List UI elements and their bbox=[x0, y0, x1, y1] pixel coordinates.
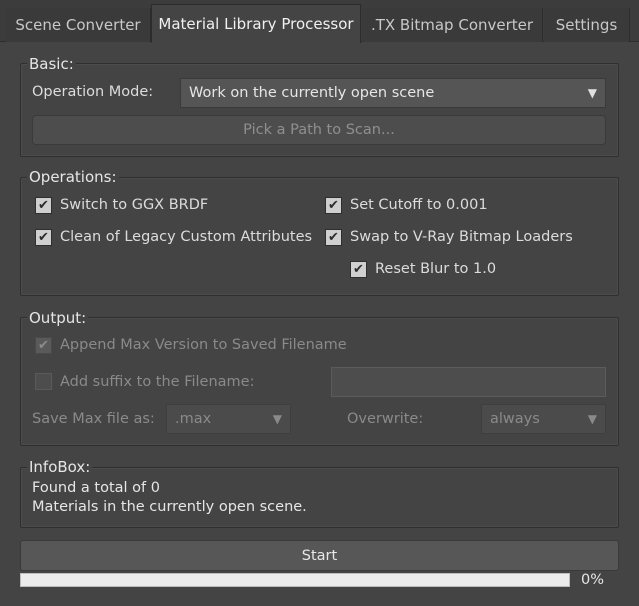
tab-bar: Scene Converter Material Library Process… bbox=[0, 0, 639, 43]
save-as-dropdown[interactable]: .max ▼ bbox=[166, 404, 291, 434]
set-cutoff-label: Set Cutoff to 0.001 bbox=[350, 197, 488, 213]
start-button[interactable]: Start bbox=[20, 540, 619, 571]
start-button-label: Start bbox=[301, 547, 338, 564]
check-icon: ✔ bbox=[353, 262, 364, 277]
switch-ggx-checkbox[interactable]: ✔ bbox=[35, 197, 52, 214]
clean-legacy-checkbox[interactable]: ✔ bbox=[35, 229, 52, 246]
overwrite-dropdown[interactable]: always ▼ bbox=[481, 404, 606, 434]
tab-tx-bitmap-converter[interactable]: .TX Bitmap Converter bbox=[362, 8, 543, 42]
check-icon: ✔ bbox=[328, 198, 339, 213]
progress-bar bbox=[20, 573, 570, 587]
reset-blur-checkbox[interactable]: ✔ bbox=[350, 261, 367, 278]
overwrite-label: Overwrite: bbox=[347, 411, 424, 427]
reset-blur-label: Reset Blur to 1.0 bbox=[375, 261, 497, 277]
append-version-label: Append Max Version to Saved Filename bbox=[60, 337, 347, 353]
overwrite-value: always bbox=[490, 411, 540, 427]
suffix-input[interactable] bbox=[331, 367, 606, 397]
infobox-group-title: InfoBox: bbox=[27, 458, 93, 476]
save-as-value: .max bbox=[175, 411, 212, 427]
set-cutoff-checkbox[interactable]: ✔ bbox=[325, 197, 342, 214]
triangle-down-icon: ▼ bbox=[587, 412, 597, 426]
tab-label: Material Library Processor bbox=[158, 15, 354, 33]
check-icon: ✔ bbox=[38, 198, 49, 213]
operation-mode-label: Operation Mode: bbox=[32, 84, 154, 100]
tab-material-library-processor[interactable]: Material Library Processor bbox=[151, 4, 361, 43]
append-version-checkbox[interactable]: ✔ bbox=[35, 337, 52, 354]
swap-vray-checkbox[interactable]: ✔ bbox=[325, 229, 342, 246]
pick-path-button[interactable]: Pick a Path to Scan... bbox=[32, 115, 606, 145]
tab-settings[interactable]: Settings bbox=[544, 8, 630, 42]
output-group-title: Output: bbox=[27, 309, 89, 327]
operations-group-title: Operations: bbox=[27, 168, 119, 186]
operation-mode-dropdown[interactable]: Work on the currently open scene ▼ bbox=[180, 78, 606, 108]
swap-vray-label: Swap to V-Ray Bitmap Loaders bbox=[350, 229, 573, 245]
check-icon: ✔ bbox=[38, 338, 49, 353]
check-icon: ✔ bbox=[38, 230, 49, 245]
add-suffix-checkbox[interactable] bbox=[35, 373, 52, 390]
switch-ggx-label: Switch to GGX BRDF bbox=[60, 197, 209, 213]
tab-scene-converter[interactable]: Scene Converter bbox=[6, 8, 151, 42]
add-suffix-label: Add suffix to the Filename: bbox=[60, 374, 255, 390]
tab-label: Settings bbox=[555, 16, 618, 34]
infobox-line-1: Found a total of 0 bbox=[32, 480, 160, 496]
operation-mode-value: Work on the currently open scene bbox=[189, 85, 435, 101]
infobox-line-2: Materials in the currently open scene. bbox=[32, 499, 307, 515]
triangle-down-icon: ▼ bbox=[272, 412, 282, 426]
clean-legacy-label: Clean of Legacy Custom Attributes bbox=[60, 229, 313, 245]
tab-label: .TX Bitmap Converter bbox=[370, 16, 534, 34]
infobox-group bbox=[20, 467, 619, 528]
save-as-label: Save Max file as: bbox=[32, 411, 155, 427]
pick-path-button-label: Pick a Path to Scan... bbox=[243, 122, 395, 138]
basic-group-title: Basic: bbox=[27, 55, 76, 73]
tab-label: Scene Converter bbox=[15, 16, 141, 34]
triangle-down-icon: ▼ bbox=[587, 86, 597, 100]
progress-percent: 0% bbox=[581, 572, 605, 588]
check-icon: ✔ bbox=[328, 230, 339, 245]
